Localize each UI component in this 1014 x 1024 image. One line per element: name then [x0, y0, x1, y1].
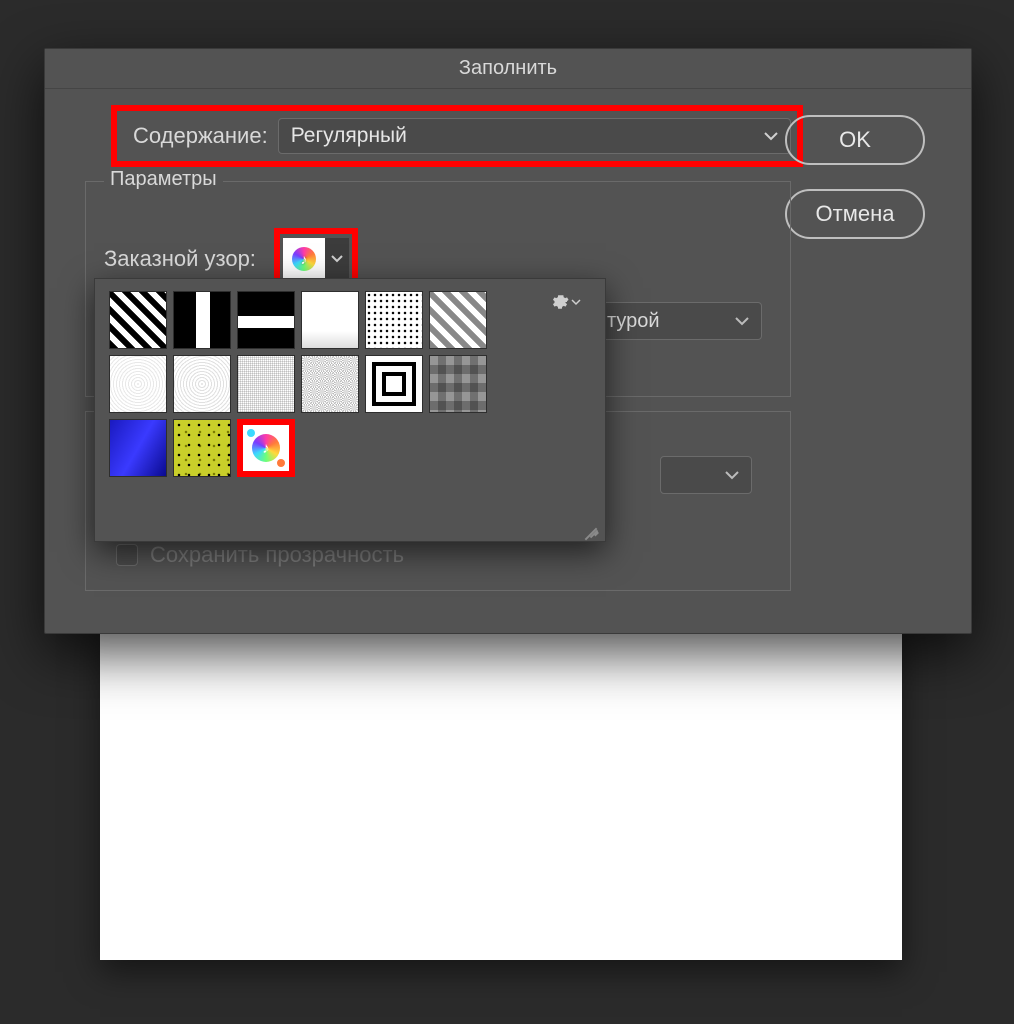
- pattern-item-vertical-bar[interactable]: [173, 291, 231, 349]
- pattern-item-halftone-dots[interactable]: [365, 291, 423, 349]
- ok-button[interactable]: OK: [785, 115, 925, 165]
- chevron-down-icon: [764, 129, 778, 143]
- preserve-transparency-checkbox[interactable]: [116, 544, 138, 566]
- pattern-item-diagonal-stripe[interactable]: [109, 291, 167, 349]
- pattern-label: Заказной узор:: [104, 246, 256, 272]
- pattern-item-concentric-squares[interactable]: [365, 355, 423, 413]
- chevron-down-icon: [571, 299, 581, 306]
- pattern-item-camo-gray[interactable]: [429, 355, 487, 413]
- chevron-down-icon: [735, 314, 749, 328]
- pattern-item-noise-fine-2[interactable]: [173, 355, 231, 413]
- pattern-item-yellow-speckle[interactable]: [173, 419, 231, 477]
- pattern-item-noise-fine-1[interactable]: [109, 355, 167, 413]
- dialog-title: Заполнить: [45, 49, 971, 89]
- pattern-item-blue-waves[interactable]: [109, 419, 167, 477]
- chevron-down-icon: [725, 468, 739, 482]
- document-canvas: [100, 620, 902, 960]
- content-row-highlight: Содержание: Регулярный: [111, 105, 803, 167]
- pattern-grid: ♪: [109, 291, 509, 477]
- script-select-value-partial: турой: [607, 310, 660, 333]
- pattern-item-music-app-icon[interactable]: ♪: [237, 419, 295, 477]
- pattern-item-diagonal-stripe-gray[interactable]: [429, 291, 487, 349]
- music-app-icon: ♪: [252, 434, 280, 462]
- pattern-item-noise-fine-3[interactable]: [237, 355, 295, 413]
- content-label: Содержание:: [133, 123, 268, 149]
- pattern-item-white-gradient[interactable]: [301, 291, 359, 349]
- preserve-transparency-label: Сохранить прозрачность: [150, 542, 404, 568]
- script-select-partial[interactable]: турой: [594, 302, 762, 340]
- music-app-icon: [292, 247, 316, 271]
- pattern-picker-menu-button[interactable]: [551, 293, 581, 311]
- preserve-transparency-row: Сохранить прозрачность: [116, 542, 404, 568]
- content-select[interactable]: Регулярный: [278, 118, 791, 154]
- pattern-item-horizontal-bar[interactable]: [237, 291, 295, 349]
- parameters-legend: Параметры: [104, 168, 223, 191]
- cancel-button[interactable]: Отмена: [785, 189, 925, 239]
- pattern-item-noise-fine-4[interactable]: [301, 355, 359, 413]
- pattern-dropdown-button[interactable]: [325, 238, 349, 280]
- lower-select[interactable]: [660, 456, 752, 494]
- gear-icon: [551, 293, 569, 311]
- content-select-value: Регулярный: [291, 124, 407, 148]
- pattern-picker-popup: ♪: [94, 278, 606, 542]
- pattern-swatch[interactable]: [283, 238, 325, 280]
- resize-handle-icon[interactable]: [583, 519, 599, 535]
